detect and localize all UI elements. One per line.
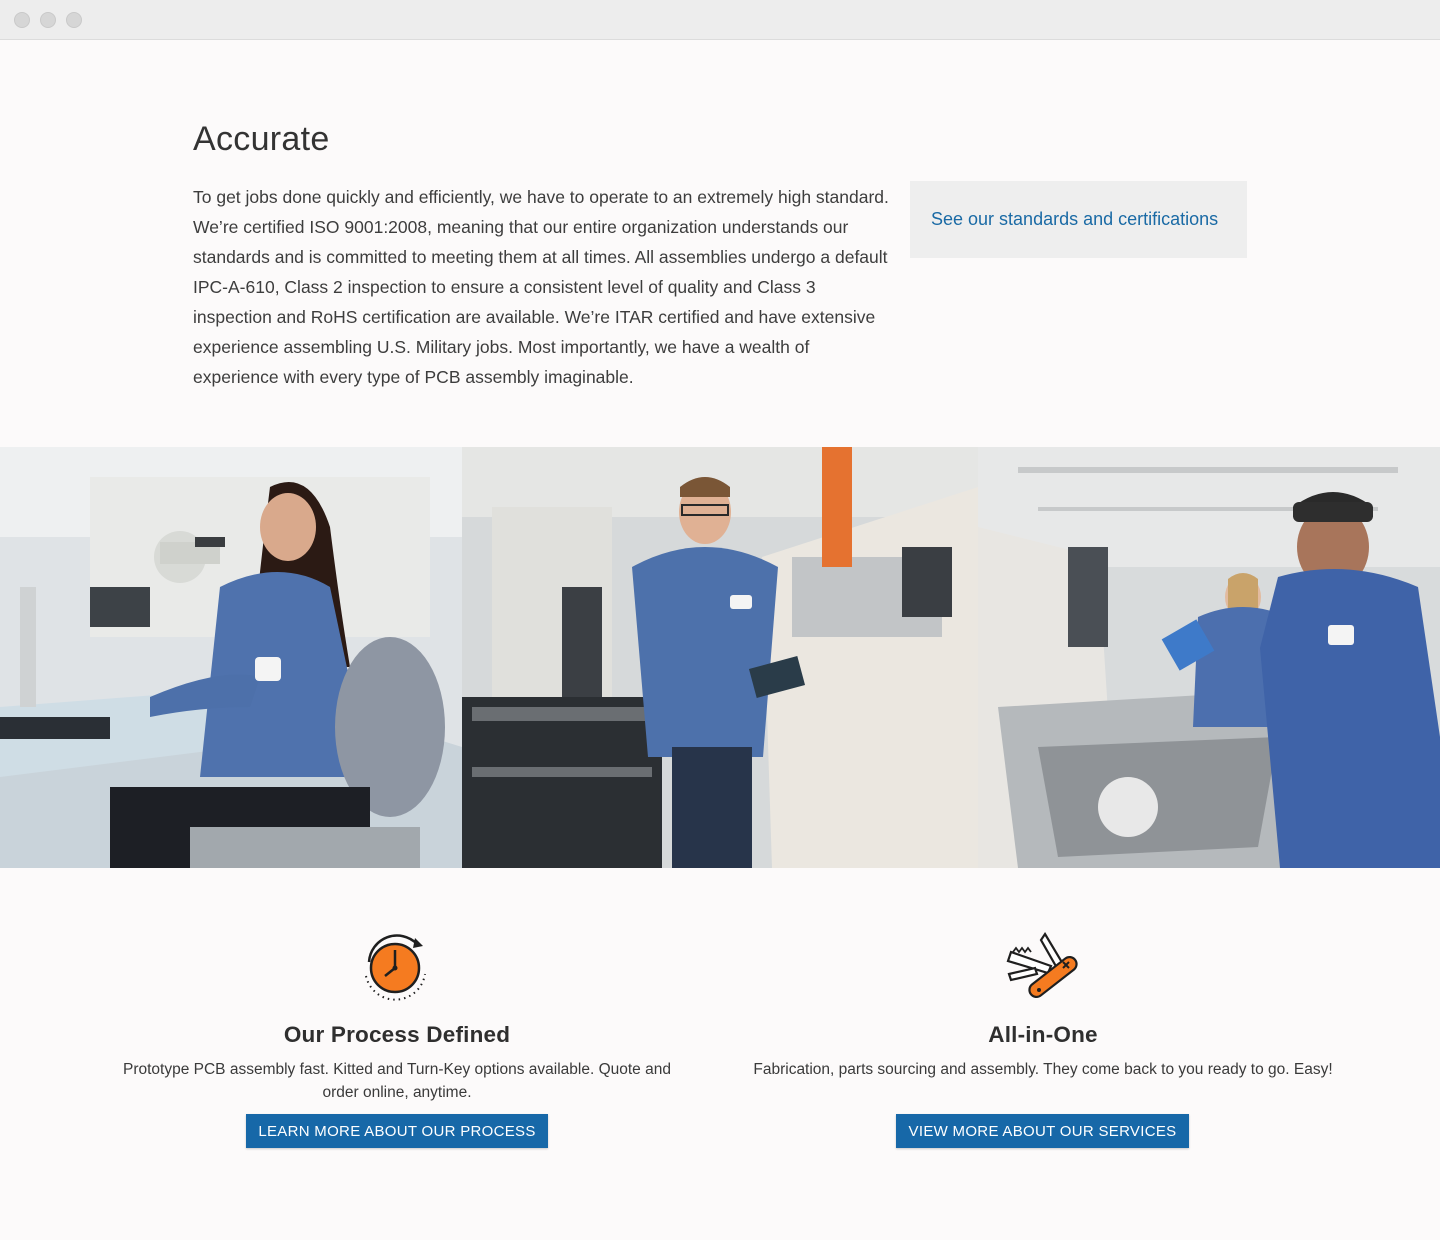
standards-certifications-link[interactable]: See our standards and certifications	[931, 209, 1218, 230]
swiss-army-knife-icon	[1006, 931, 1078, 999]
window-titlebar	[0, 0, 1440, 40]
window-close-button[interactable]	[14, 12, 30, 28]
photo-worker-at-microscope	[0, 447, 462, 868]
section-body: To get jobs done quickly and efficiently…	[193, 187, 889, 387]
photo-workers-at-machine	[978, 447, 1440, 868]
feature-title: Our Process Defined	[283, 1022, 511, 1047]
feature-description: Prototype PCB assembly fast. Kitted and …	[123, 1061, 671, 1101]
view-more-services-button[interactable]: VIEW MORE ABOUT OUR SERVICES	[896, 1114, 1189, 1148]
window-minimize-button[interactable]	[40, 12, 56, 28]
clock-icon	[365, 934, 426, 1001]
feature-description: Fabrication, parts sourcing and assembly…	[753, 1061, 1333, 1078]
photo-worker-holding-pcb	[462, 447, 978, 868]
photo-strip	[0, 447, 1440, 868]
learn-more-process-button[interactable]: LEARN MORE ABOUT OUR PROCESS	[246, 1114, 548, 1148]
features-section: Our Process Defined Prototype PCB assemb…	[0, 868, 1440, 1240]
feature-title: All-in-One	[988, 1022, 1098, 1047]
section-title: Accurate	[193, 120, 330, 158]
window-maximize-button[interactable]	[66, 12, 82, 28]
accurate-section: Accurate To get jobs done quickly and ef…	[0, 40, 1440, 447]
certifications-callout: See our standards and certifications	[910, 181, 1247, 258]
